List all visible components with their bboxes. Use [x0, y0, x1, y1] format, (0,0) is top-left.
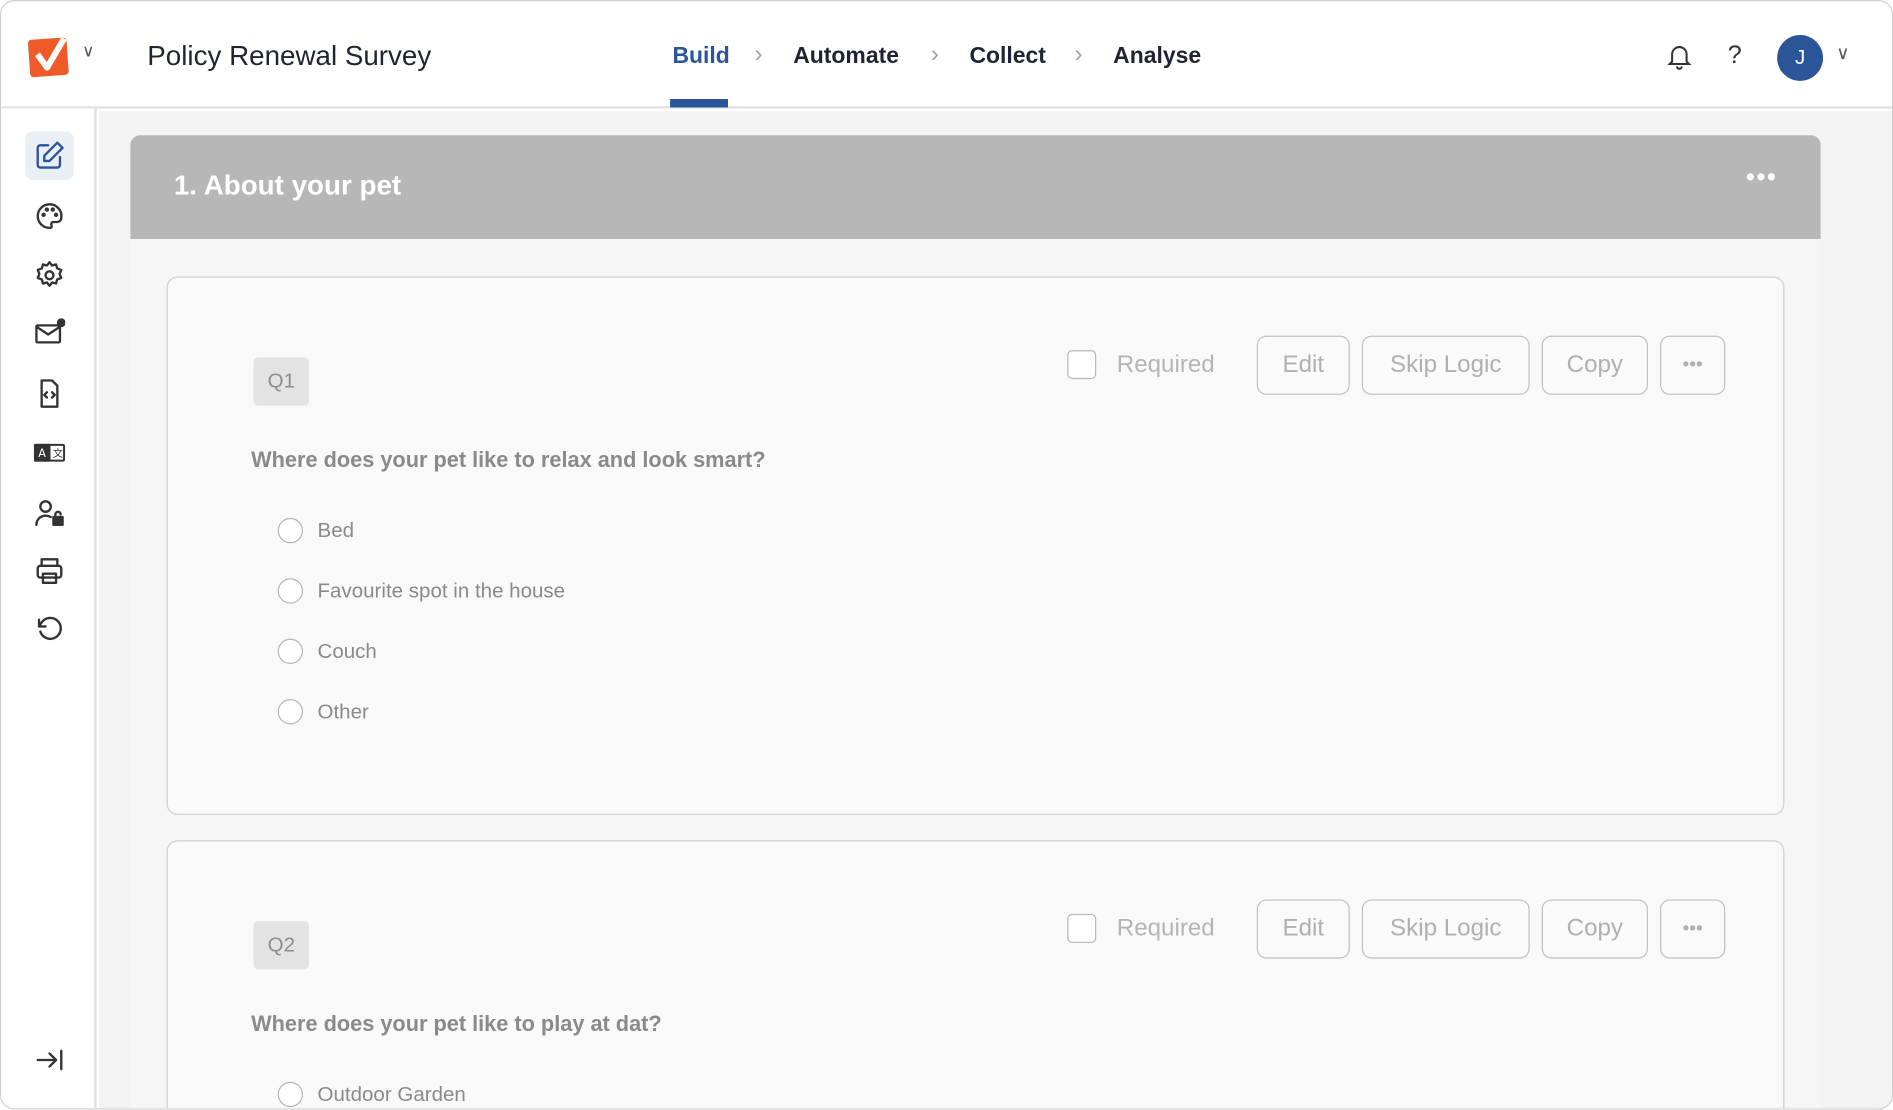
account-chevron-down-icon[interactable]: ∨: [1836, 42, 1849, 64]
gear-icon[interactable]: [25, 251, 73, 299]
option-other[interactable]: Other: [278, 699, 369, 724]
tab-build[interactable]: Build: [672, 43, 729, 70]
more-options-button[interactable]: •••: [1660, 899, 1725, 958]
chevron-right-icon: ›: [1074, 41, 1082, 69]
edit-button[interactable]: Edit: [1257, 336, 1350, 395]
question-card-q2: Q2 Required Edit Skip Logic Copy ••• Whe…: [167, 840, 1785, 1109]
option-favourite-spot[interactable]: Favourite spot in the house: [278, 578, 565, 603]
edit-icon[interactable]: [25, 132, 73, 180]
question-number-badge: Q1: [254, 357, 310, 405]
question-text: Where does your pet like to play at dat?: [251, 1012, 662, 1037]
page-more-icon[interactable]: •••: [1746, 162, 1778, 193]
svg-text:文: 文: [53, 447, 63, 460]
option-label: Bed: [318, 519, 355, 543]
radio-button[interactable]: [278, 578, 303, 603]
option-label: Favourite spot in the house: [318, 579, 566, 603]
option-outdoor-garden[interactable]: Outdoor Garden: [278, 1082, 466, 1107]
option-label: Couch: [318, 639, 377, 663]
required-label: Required: [1117, 351, 1215, 379]
question-card-q1: Q1 Required Edit Skip Logic Copy ••• Whe…: [167, 276, 1785, 814]
help-icon[interactable]: ?: [1728, 41, 1742, 70]
required-checkbox[interactable]: [1067, 914, 1096, 943]
skip-logic-button[interactable]: Skip Logic: [1362, 899, 1530, 958]
workspace-chevron-down-icon[interactable]: ∨: [82, 41, 94, 62]
more-options-button[interactable]: •••: [1660, 336, 1725, 395]
page-title: 1. About your pet: [174, 169, 401, 202]
option-bed[interactable]: Bed: [278, 518, 354, 543]
top-bar: ∨ Policy Renewal Survey Build › Automate…: [1, 1, 1893, 108]
mail-notification-icon[interactable]: [25, 309, 73, 357]
radio-button[interactable]: [278, 518, 303, 543]
required-label: Required: [1117, 915, 1215, 943]
translate-icon[interactable]: A文: [25, 429, 73, 477]
skip-logic-button[interactable]: Skip Logic: [1362, 336, 1530, 395]
logo-icon[interactable]: [28, 35, 74, 84]
chevron-right-icon: ›: [931, 41, 939, 69]
question-number-badge: Q2: [254, 921, 310, 969]
bell-icon[interactable]: [1667, 43, 1691, 76]
undo-icon[interactable]: [25, 605, 73, 653]
active-tab-indicator: [670, 99, 728, 107]
avatar[interactable]: J: [1777, 35, 1823, 81]
survey-title: Policy Renewal Survey: [147, 40, 431, 73]
option-label: Other: [318, 700, 369, 724]
tab-analyse[interactable]: Analyse: [1113, 43, 1201, 70]
code-file-icon[interactable]: [25, 369, 73, 417]
radio-button[interactable]: [278, 1082, 303, 1107]
printer-icon[interactable]: [25, 547, 73, 595]
copy-button[interactable]: Copy: [1542, 336, 1648, 395]
copy-button[interactable]: Copy: [1542, 899, 1648, 958]
required-checkbox[interactable]: [1067, 350, 1096, 379]
app-window: ∨ Policy Renewal Survey Build › Automate…: [0, 0, 1893, 1110]
chevron-right-icon: ›: [755, 41, 763, 69]
radio-button[interactable]: [278, 699, 303, 724]
radio-button[interactable]: [278, 639, 303, 664]
edit-button[interactable]: Edit: [1257, 899, 1350, 958]
sidebar: A文: [1, 109, 96, 1110]
svg-text:A: A: [38, 447, 46, 460]
palette-icon[interactable]: [25, 192, 73, 240]
question-text: Where does your pet like to relax and lo…: [251, 448, 765, 473]
collapse-icon[interactable]: [25, 1036, 73, 1084]
tab-automate[interactable]: Automate: [793, 43, 899, 70]
option-label: Outdoor Garden: [318, 1082, 466, 1106]
page-header: 1. About your pet •••: [130, 135, 1820, 239]
option-couch[interactable]: Couch: [278, 639, 377, 664]
tab-collect[interactable]: Collect: [969, 43, 1045, 70]
user-lock-icon[interactable]: [25, 489, 73, 537]
